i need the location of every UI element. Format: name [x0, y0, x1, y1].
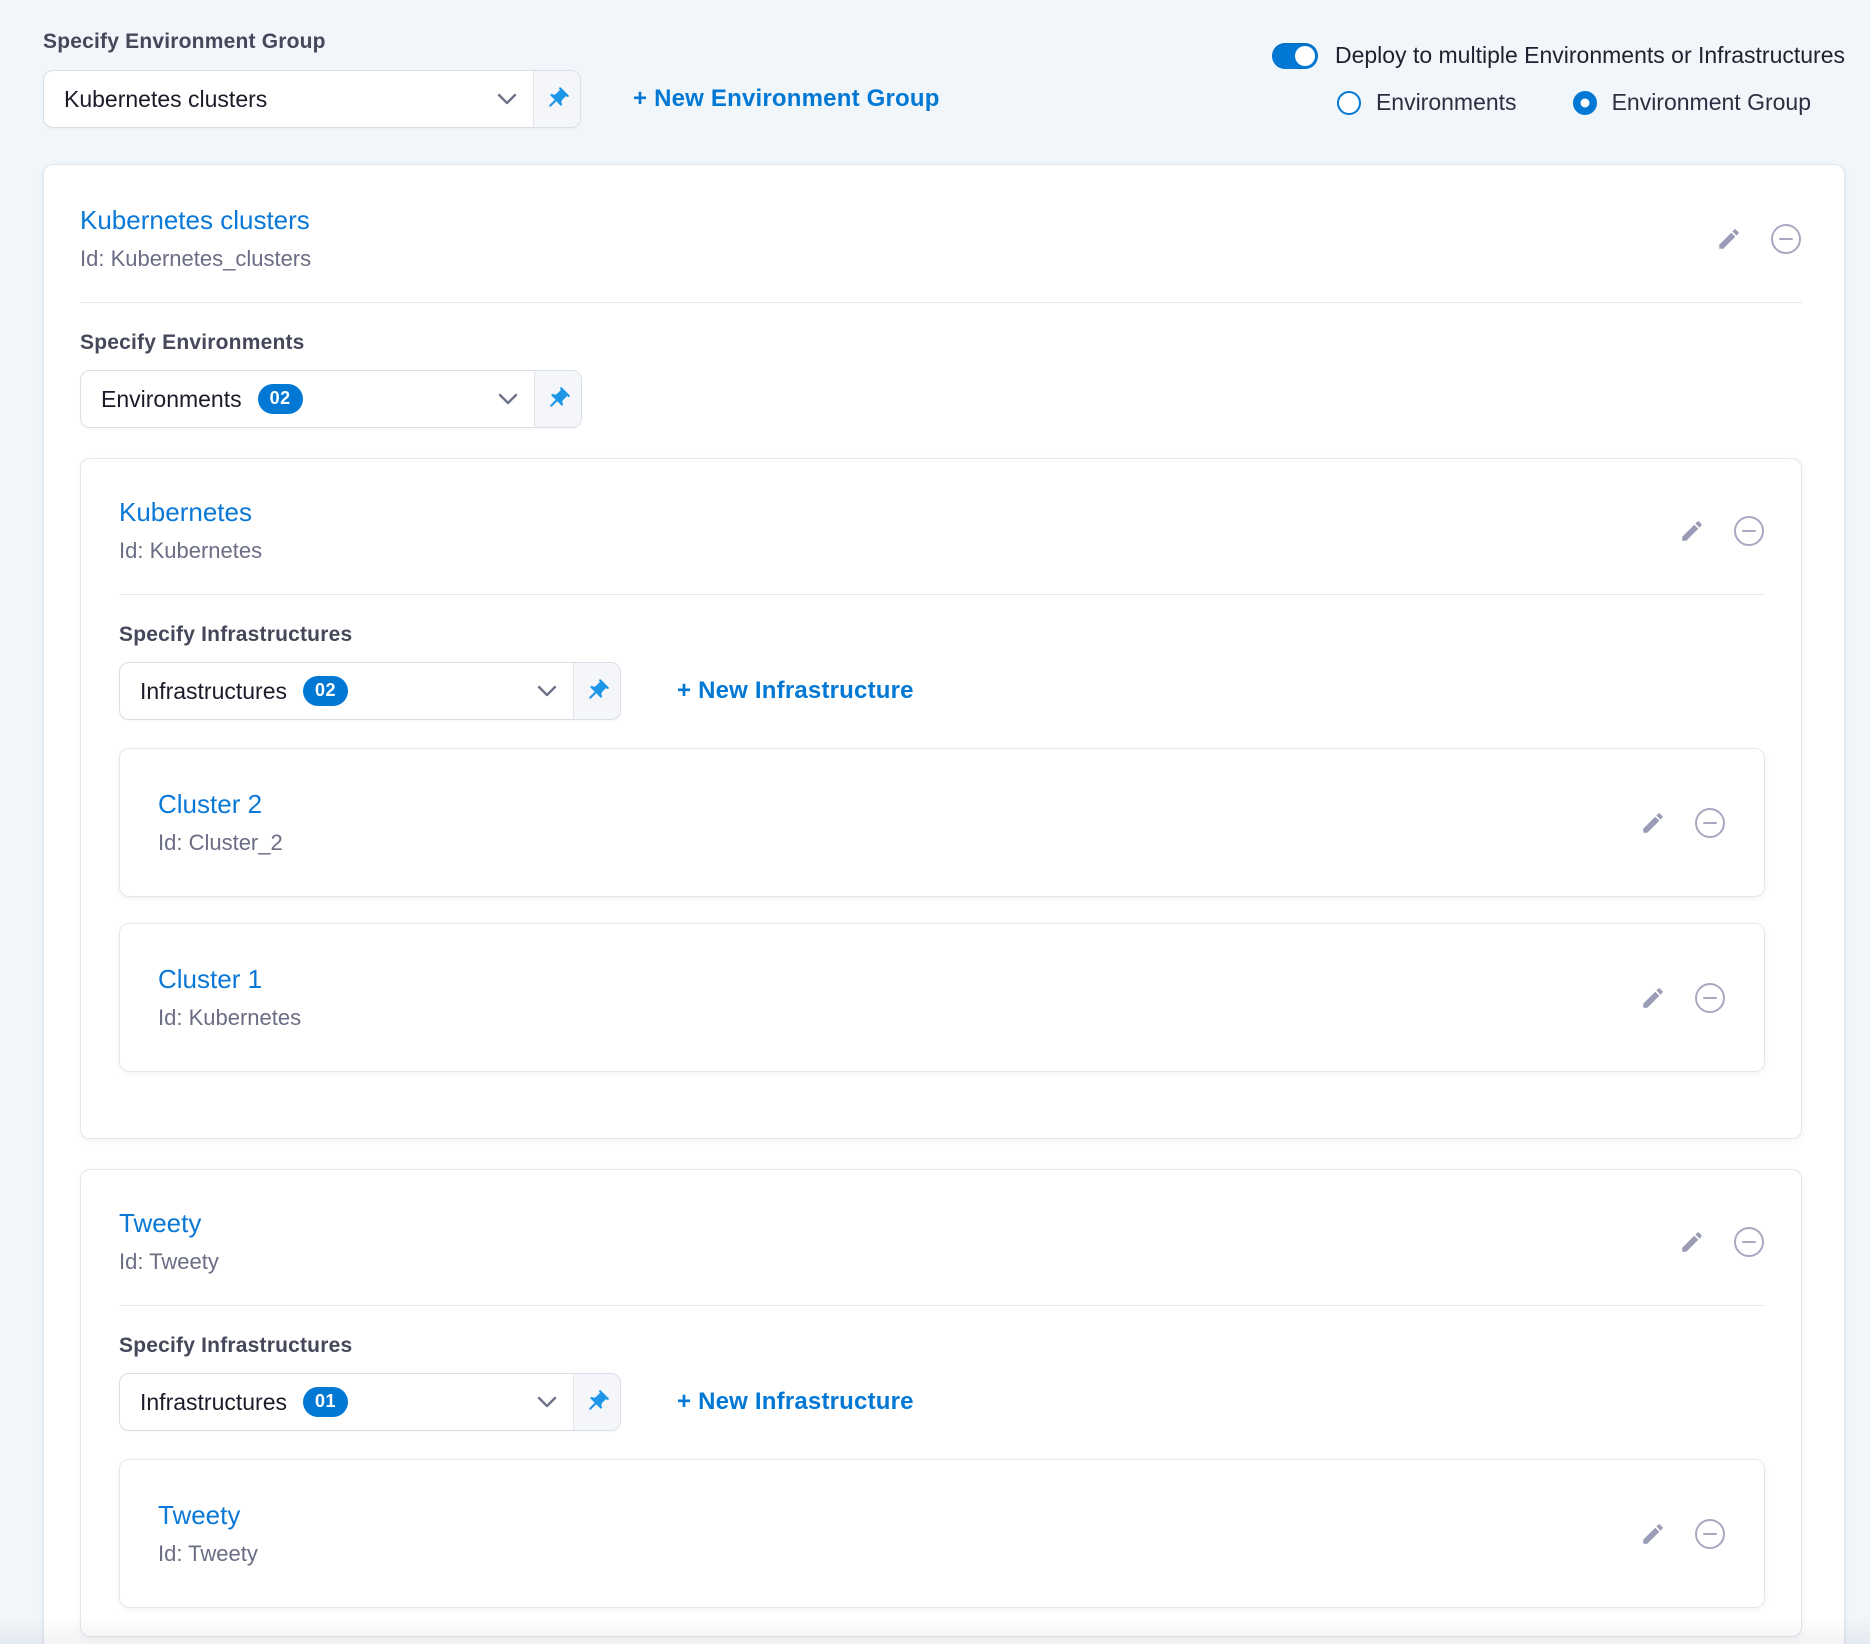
- infrastructure-title-block: Tweety Id: Tweety: [158, 1500, 258, 1567]
- radio-environment-group-label: Environment Group: [1612, 89, 1811, 116]
- infrastructures-dropdown[interactable]: Infrastructures 02: [119, 662, 621, 720]
- env-group-dropdown-value: Kubernetes clusters: [64, 86, 267, 113]
- environment-title[interactable]: Tweety: [119, 1208, 219, 1239]
- env-group-dropdown[interactable]: Kubernetes clusters: [43, 70, 581, 128]
- deploy-toggle-label: Deploy to multiple Environments or Infra…: [1335, 42, 1845, 69]
- infrastructure-title[interactable]: Tweety: [158, 1500, 258, 1531]
- remove-minus-icon[interactable]: [1694, 807, 1726, 839]
- environments-dropdown-value: Environments: [101, 386, 242, 413]
- infrastructure-title[interactable]: Cluster 1: [158, 964, 301, 995]
- infrastructures-count-badge: 02: [303, 676, 348, 706]
- environment-group-card: Kubernetes clusters Id: Kubernetes_clust…: [43, 164, 1845, 1644]
- chevron-down-icon: [498, 393, 518, 405]
- environment-card-tweety: Tweety Id: Tweety Specify Infrastructure…: [80, 1169, 1802, 1637]
- new-infrastructure-link[interactable]: + New Infrastructure: [677, 677, 914, 705]
- remove-minus-icon[interactable]: [1694, 1518, 1726, 1550]
- deploy-options-block: Deploy to multiple Environments or Infra…: [1272, 30, 1845, 116]
- infrastructure-title-block: Cluster 2 Id: Cluster_2: [158, 789, 283, 856]
- edit-pencil-icon[interactable]: [1640, 985, 1666, 1011]
- infrastructures-dropdown-main[interactable]: Infrastructures 02: [120, 663, 573, 719]
- specify-env-group-label: Specify Environment Group: [43, 30, 940, 54]
- pin-icon[interactable]: [534, 371, 581, 427]
- divider: [119, 594, 1765, 595]
- infrastructure-id: Id: Cluster_2: [158, 830, 283, 856]
- environment-card-kubernetes: Kubernetes Id: Kubernetes Specify Infras…: [80, 458, 1802, 1139]
- edit-pencil-icon[interactable]: [1716, 226, 1742, 252]
- remove-minus-icon[interactable]: [1733, 515, 1765, 547]
- infrastructures-dropdown[interactable]: Infrastructures 01: [119, 1373, 621, 1431]
- environments-count-badge: 02: [258, 384, 303, 414]
- infrastructure-id: Id: Kubernetes: [158, 1005, 301, 1031]
- radio-environments-label: Environments: [1376, 89, 1517, 116]
- infrastructure-id: Id: Tweety: [158, 1541, 258, 1567]
- infrastructures-dropdown-value: Infrastructures: [140, 678, 287, 705]
- deploy-multiple-toggle[interactable]: [1272, 43, 1318, 69]
- chevron-down-icon: [497, 93, 517, 105]
- environments-dropdown-main[interactable]: Environments 02: [81, 371, 534, 427]
- environment-group-card-header: Kubernetes clusters Id: Kubernetes_clust…: [80, 205, 1802, 272]
- radio-environments[interactable]: Environments: [1337, 89, 1517, 116]
- chevron-down-icon: [537, 685, 557, 697]
- infrastructure-card-tweety: Tweety Id: Tweety: [119, 1459, 1765, 1608]
- new-infrastructure-link[interactable]: + New Infrastructure: [677, 1388, 914, 1416]
- pin-icon[interactable]: [573, 663, 620, 719]
- toggle-knob: [1295, 46, 1315, 66]
- environment-title[interactable]: Kubernetes: [119, 497, 262, 528]
- infrastructure-title-block: Cluster 1 Id: Kubernetes: [158, 964, 301, 1031]
- remove-minus-icon[interactable]: [1694, 982, 1726, 1014]
- pin-icon[interactable]: [533, 71, 580, 127]
- infrastructures-dropdown-main[interactable]: Infrastructures 01: [120, 1374, 573, 1430]
- specify-environments-label: Specify Environments: [80, 331, 1802, 355]
- environment-group-title[interactable]: Kubernetes clusters: [80, 205, 311, 236]
- divider: [119, 1305, 1765, 1306]
- edit-pencil-icon[interactable]: [1679, 1229, 1705, 1255]
- infrastructure-card-cluster-1: Cluster 1 Id: Kubernetes: [119, 923, 1765, 1072]
- edit-pencil-icon[interactable]: [1679, 518, 1705, 544]
- edit-pencil-icon[interactable]: [1640, 810, 1666, 836]
- env-group-select-block: Specify Environment Group Kubernetes clu…: [43, 30, 940, 128]
- environment-group-page: Specify Environment Group Kubernetes clu…: [0, 0, 1870, 1644]
- edit-pencil-icon[interactable]: [1640, 1521, 1666, 1547]
- divider: [80, 302, 1802, 303]
- infrastructure-title[interactable]: Cluster 2: [158, 789, 283, 820]
- specify-infrastructures-label: Specify Infrastructures: [119, 623, 1765, 647]
- remove-minus-icon[interactable]: [1770, 223, 1802, 255]
- environment-group-title-block: Kubernetes clusters Id: Kubernetes_clust…: [80, 205, 311, 272]
- new-environment-group-link[interactable]: + New Environment Group: [633, 85, 940, 113]
- radio-environment-group-circle[interactable]: [1573, 91, 1597, 115]
- top-bar: Specify Environment Group Kubernetes clu…: [43, 30, 1845, 128]
- radio-environment-group[interactable]: Environment Group: [1573, 89, 1811, 116]
- env-group-dropdown-main[interactable]: Kubernetes clusters: [44, 71, 533, 127]
- environments-dropdown[interactable]: Environments 02: [80, 370, 582, 428]
- infrastructure-card-cluster-2: Cluster 2 Id: Cluster_2: [119, 748, 1765, 897]
- pin-icon[interactable]: [573, 1374, 620, 1430]
- infrastructures-dropdown-value: Infrastructures: [140, 1389, 287, 1416]
- environment-title-block: Tweety Id: Tweety: [119, 1208, 219, 1275]
- chevron-down-icon: [537, 1396, 557, 1408]
- specify-infrastructures-label: Specify Infrastructures: [119, 1334, 1765, 1358]
- environment-title-block: Kubernetes Id: Kubernetes: [119, 497, 262, 564]
- environment-group-id: Id: Kubernetes_clusters: [80, 246, 311, 272]
- radio-environments-circle[interactable]: [1337, 91, 1361, 115]
- remove-minus-icon[interactable]: [1733, 1226, 1765, 1258]
- deploy-target-radio-group: Environments Environment Group: [1337, 89, 1811, 116]
- environment-id: Id: Kubernetes: [119, 538, 262, 564]
- infrastructures-count-badge: 01: [303, 1387, 348, 1417]
- environment-id: Id: Tweety: [119, 1249, 219, 1275]
